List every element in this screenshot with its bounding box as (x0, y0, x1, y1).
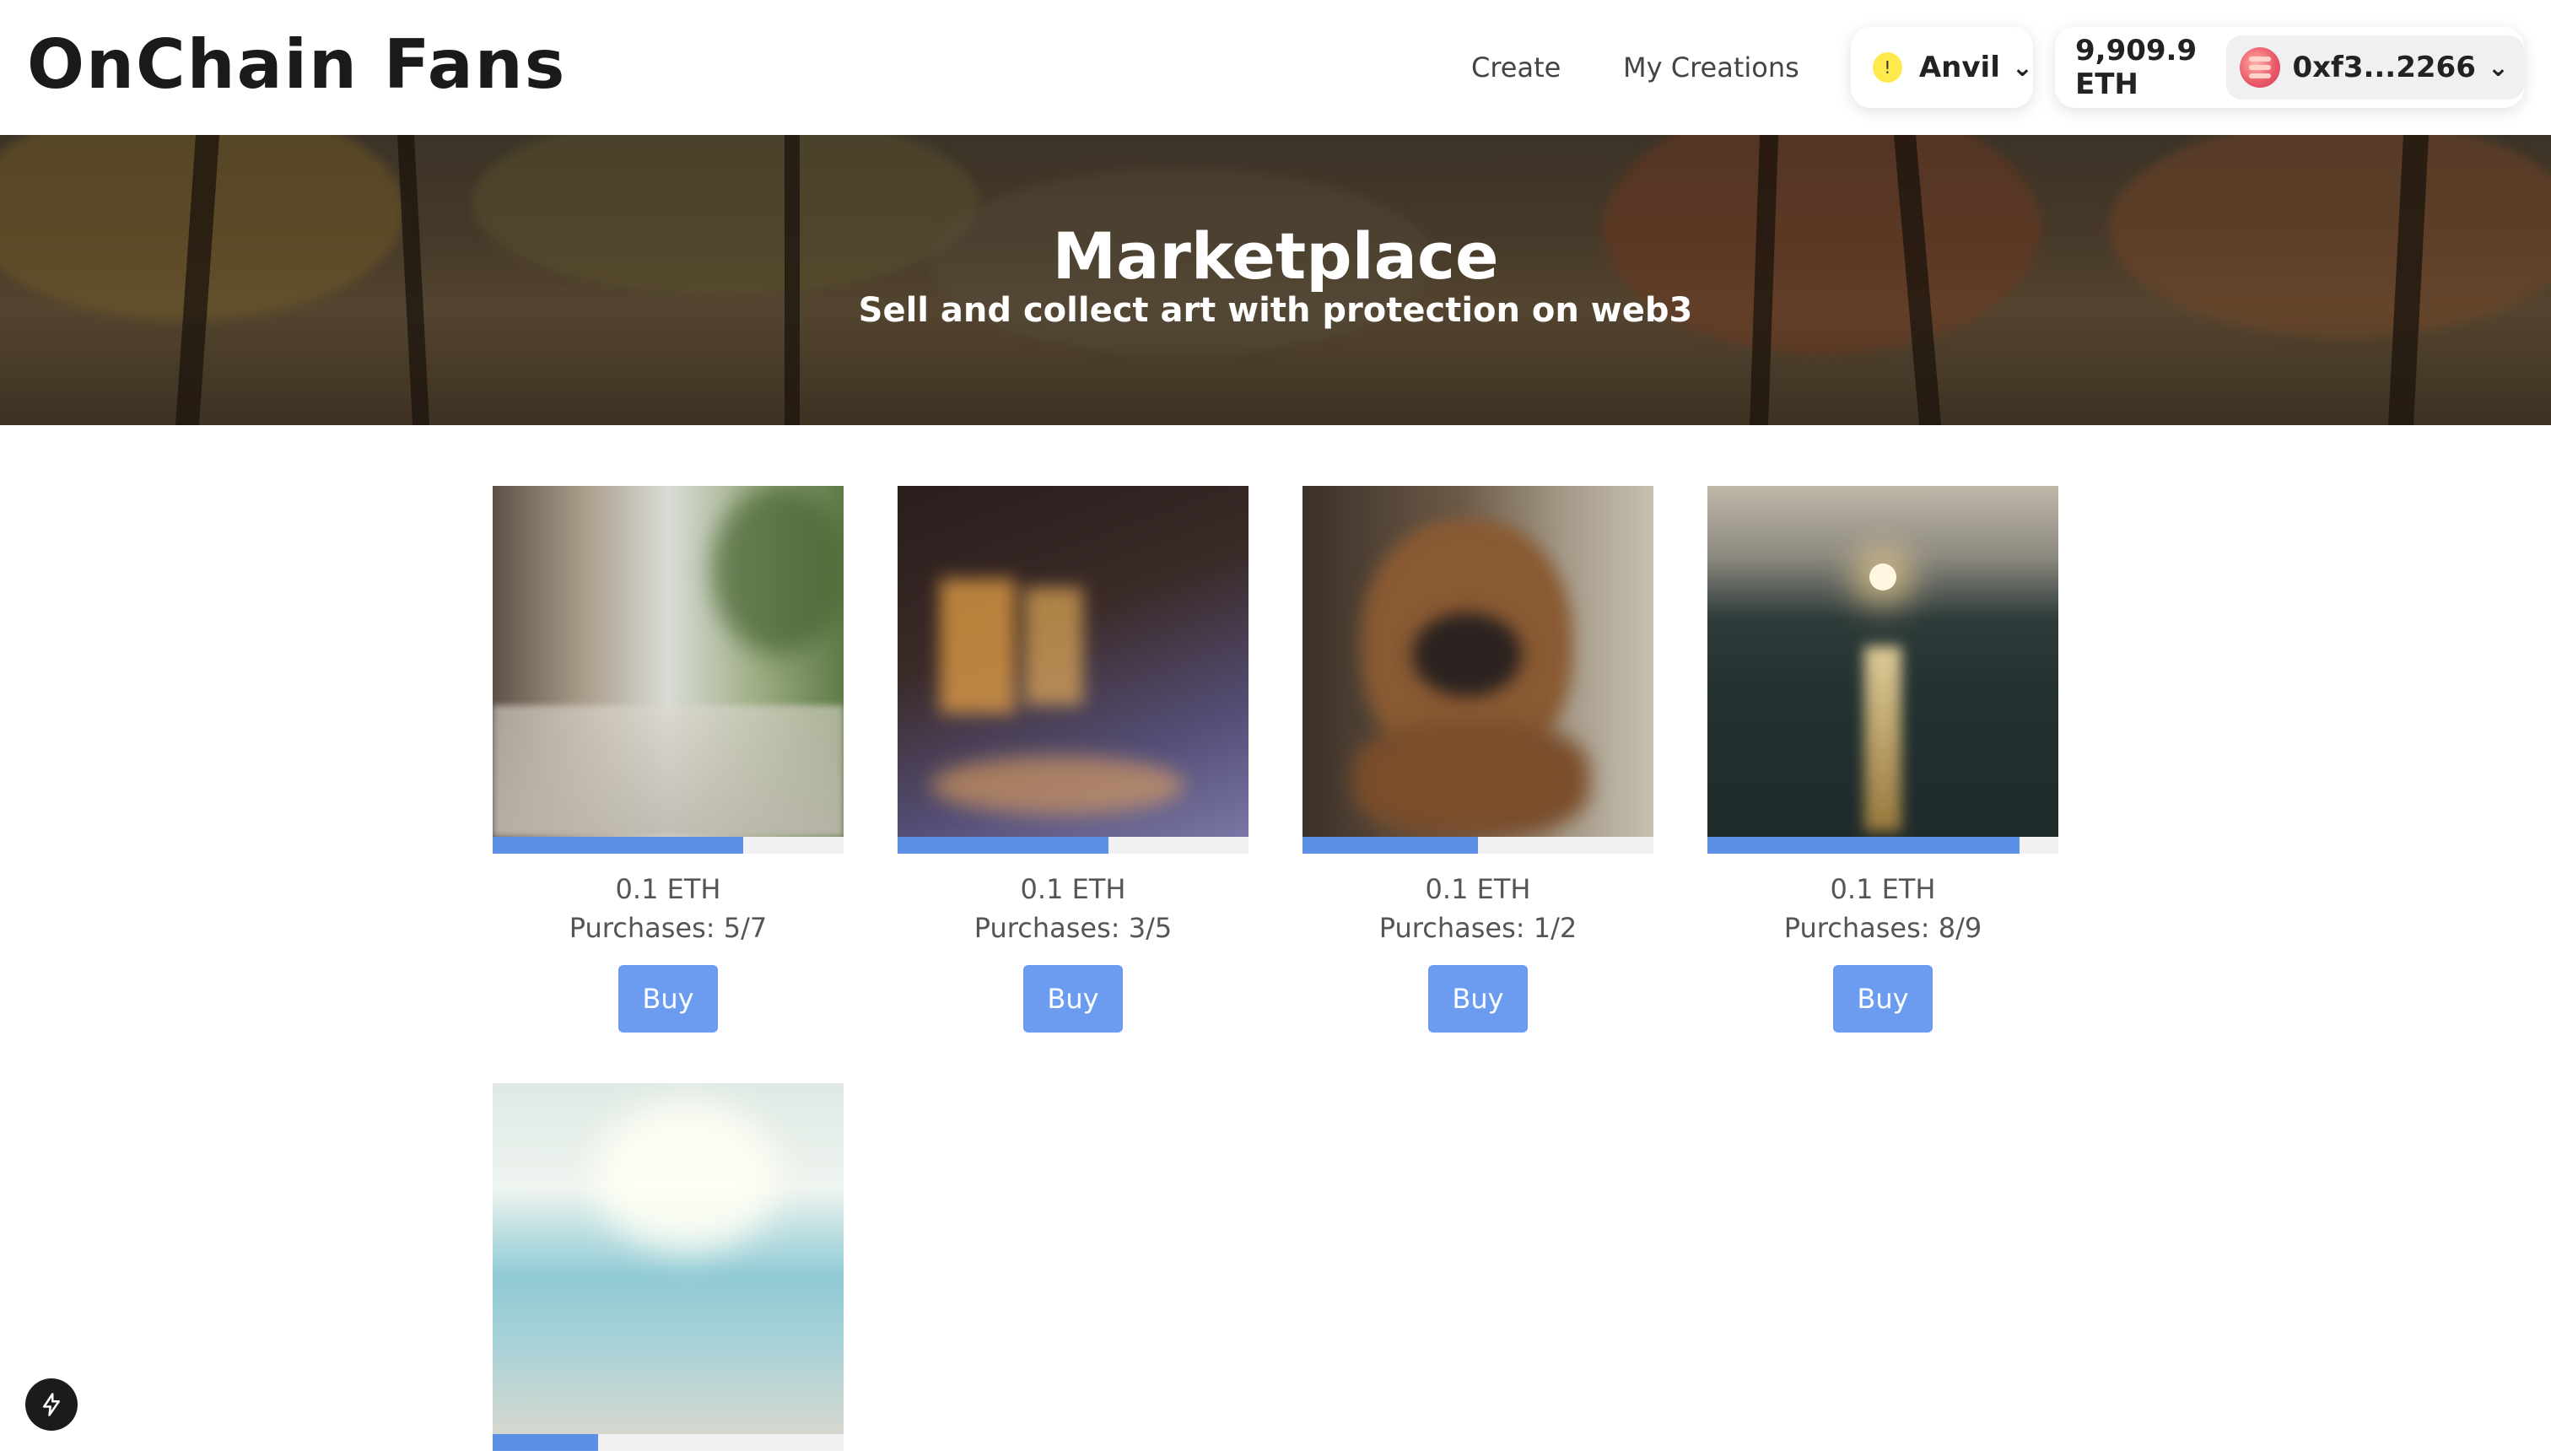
account-widget: 9,909.9 ETH 0xf3...2266 ⌄ (2055, 27, 2524, 108)
page-title: Marketplace (1052, 218, 1499, 294)
top-navbar: OnChain Fans Create My Creations ! Anvil… (0, 0, 2551, 136)
page-subtitle: Sell and collect art with protection on … (858, 291, 1693, 330)
listing-purchases: Purchases: 8/9 (1783, 912, 1982, 944)
purchase-progress-bar (493, 1434, 844, 1451)
nav-create-link[interactable]: Create (1471, 49, 1561, 86)
listing-card: 0.1 ETH Purchases: 1/2 Buy (1302, 486, 1653, 1033)
chevron-down-icon: ⌄ (2011, 52, 2033, 83)
listing-price: 0.1 ETH (615, 873, 721, 905)
artwork-image[interactable] (493, 486, 844, 837)
network-selector[interactable]: ! Anvil ⌄ (1851, 27, 2033, 108)
buy-button[interactable]: Buy (1833, 965, 1933, 1033)
buy-button[interactable]: Buy (618, 965, 718, 1033)
progress-fill (1302, 837, 1478, 854)
listing-purchases: Purchases: 5/7 (569, 912, 768, 944)
listing-price: 0.1 ETH (1830, 873, 1936, 905)
listing-card: 0.1 ETH Purchases: 5/7 Buy (493, 486, 844, 1033)
purchase-progress-bar (493, 837, 844, 854)
artwork-image[interactable] (493, 1083, 844, 1434)
artwork-image[interactable] (898, 486, 1249, 837)
chevron-down-icon: ⌄ (2487, 52, 2509, 83)
listing-purchases: Purchases: 1/2 (1378, 912, 1578, 944)
wallet-address: 0xf3...2266 (2292, 51, 2476, 84)
progress-fill (898, 837, 1108, 854)
network-label: Anvil (1918, 51, 2000, 84)
listing-card: 0.1 ETH Purchases: 8/9 Buy (1707, 486, 2058, 1033)
listing-card (493, 1083, 844, 1451)
account-button[interactable]: 0xf3...2266 ⌄ (2226, 35, 2524, 100)
listing-card: 0.1 ETH Purchases: 3/5 Buy (898, 486, 1249, 1033)
purchase-progress-bar (1302, 837, 1653, 854)
progress-fill (493, 1434, 598, 1451)
purchase-progress-bar (1707, 837, 2058, 854)
hero-banner: Marketplace Sell and collect art with pr… (0, 135, 2551, 425)
nav-my-creations-link[interactable]: My Creations (1623, 49, 1799, 86)
eth-balance: 9,909.9 ETH (2075, 34, 2198, 101)
listing-purchases: Purchases: 3/5 (973, 912, 1173, 944)
progress-fill (493, 837, 744, 854)
warning-icon: ! (1873, 52, 1902, 83)
artwork-image[interactable] (1302, 486, 1653, 837)
artwork-image[interactable] (1707, 486, 2058, 837)
listing-price: 0.1 ETH (1425, 873, 1531, 905)
listing-price: 0.1 ETH (1020, 873, 1126, 905)
avatar (2240, 47, 2281, 88)
buy-button[interactable]: Buy (1023, 965, 1123, 1033)
buy-button[interactable]: Buy (1428, 965, 1528, 1033)
purchase-progress-bar (898, 837, 1249, 854)
progress-fill (1707, 837, 2020, 854)
lightning-bolt-icon[interactable] (25, 1378, 78, 1431)
app-logo[interactable]: OnChain Fans (27, 19, 566, 111)
